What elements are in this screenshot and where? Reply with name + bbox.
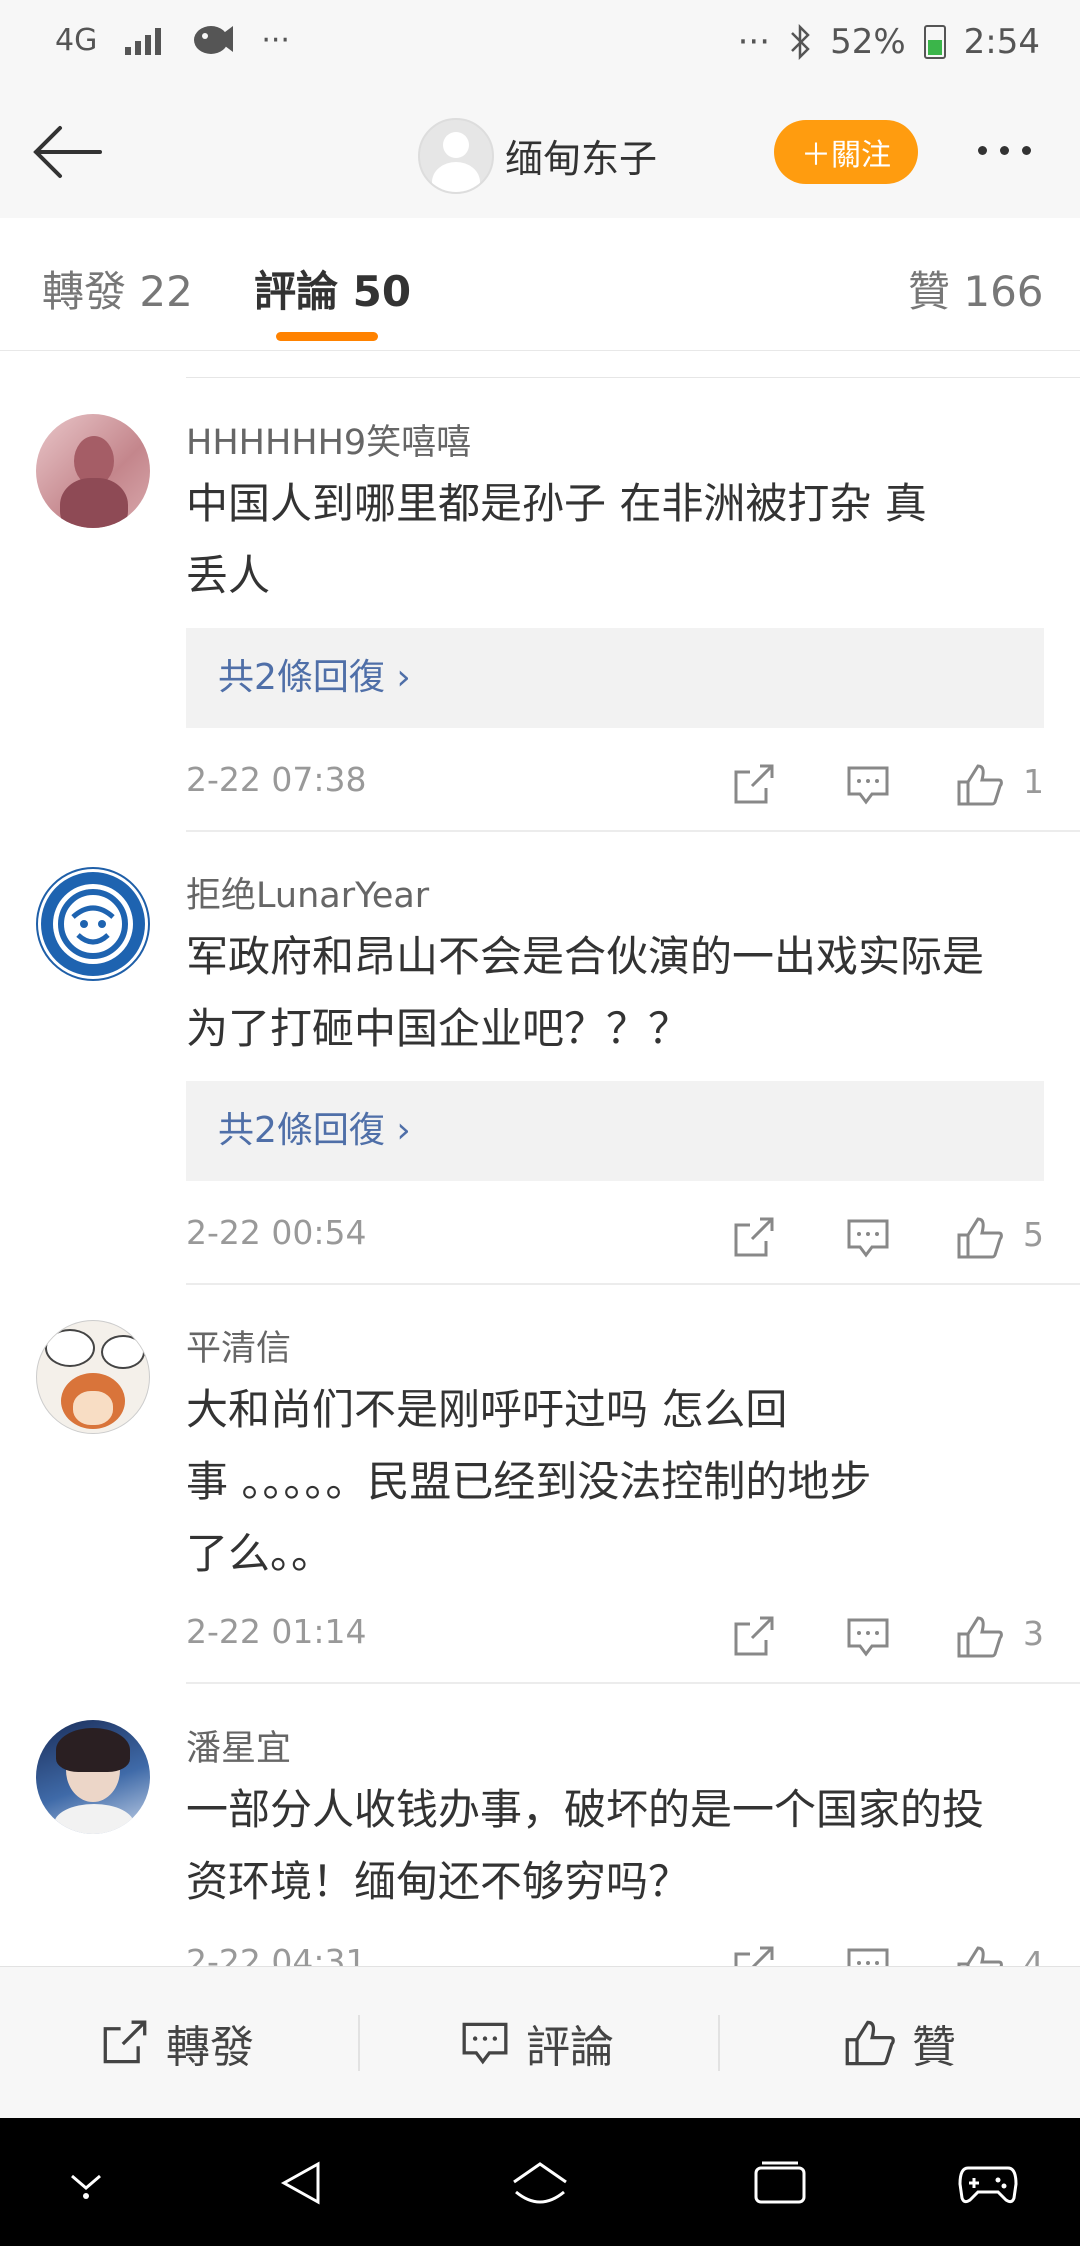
status-bar: 4G ··· ··· 52% 2:54 [0,0,1080,90]
comment-list[interactable]: HHHHHH9笑嘻嘻 中国人到哪里都是孙子 在非洲被打杂 真 丢人 共2條回復 … [0,350,1080,1966]
commenter-avatar[interactable] [36,414,150,528]
comment-icon[interactable] [846,1217,890,1259]
back-triangle-icon[interactable] [276,2158,326,2208]
comment-time: 2-22 07:38 [186,760,367,799]
tab-bar: 轉發 22 評論 50 贊 166 [0,218,1080,351]
comment-time: 2-22 01:14 [186,1612,367,1651]
bottom-action-bar: 轉發 評論 贊 [0,1966,1080,2119]
view-replies-button[interactable]: 共2條回復 › [186,628,1044,728]
comment-meta: 2-22 00:54 5 [186,1213,1044,1263]
tab-likes[interactable]: 贊 166 [908,258,1044,319]
comment-icon[interactable] [846,1946,890,1966]
share-icon[interactable] [732,1217,776,1259]
bluetooth-icon [791,24,810,60]
repost-button[interactable]: 轉發 [100,1967,254,2119]
chevron-right-icon: › [396,1110,411,1151]
user-avatar[interactable] [418,118,494,194]
back-arrow-icon[interactable] [28,120,108,184]
like-count: 4 [1023,1944,1044,1966]
user-name[interactable]: 缅甸东子 [505,128,657,183]
commenter-avatar[interactable] [36,1320,150,1434]
network-type: 4G [55,22,98,58]
like-icon[interactable] [956,764,1004,806]
recent-apps-icon[interactable] [752,2158,808,2208]
repost-label: 轉發 [166,2022,254,2073]
comment-button[interactable]: 評論 [460,1967,614,2119]
more-options-icon[interactable] [978,146,1031,155]
tab-comments[interactable]: 評論 50 [254,258,411,319]
follow-button[interactable]: ＋關注 [774,120,918,184]
system-nav-bar [0,2118,1080,2246]
comment-meta: 2-22 01:14 3 [186,1612,1044,1662]
nav-bar: 缅甸东子 ＋關注 [0,90,1080,219]
comment-icon[interactable] [846,1616,890,1658]
share-icon [103,2020,147,2064]
comment-text: 一部分人收钱办事，破坏的是一个国家的投 资环境！缅甸还不够穷吗？ [186,1785,985,1906]
home-icon[interactable] [510,2158,570,2208]
game-controller-icon[interactable] [958,2158,1018,2208]
active-tab-indicator [276,332,378,341]
commenter-name[interactable]: 潘星宜 [186,1720,291,1771]
chevron-down-icon[interactable] [66,2170,106,2200]
commenter-name[interactable]: 平清信 [186,1320,291,1371]
commenter-avatar[interactable] [36,867,150,981]
commenter-name[interactable]: 拒绝LunarYear [186,867,429,918]
like-count: 1 [1023,762,1044,801]
battery-icon [923,25,946,59]
share-icon[interactable] [732,764,776,806]
comment-label: 評論 [526,2022,614,2073]
chevron-right-icon: › [396,657,411,698]
fish-notification-icon [194,26,234,54]
view-replies-button[interactable]: 共2條回復 › [186,1081,1044,1181]
like-icon [845,2020,895,2066]
share-icon[interactable] [732,1616,776,1658]
comment-time: 2-22 00:54 [186,1213,367,1252]
comment-text: 大和尚们不是刚呼吁过吗 怎么回 事 。。。。。民盟已经到没法控制的地步 了么。。 [186,1385,872,1578]
battery-percent: 52% [830,22,906,62]
comment-text: 军政府和昂山不会是合伙演的一出戏实际是 为了打砸中国企业吧？？？ [186,932,985,1053]
clock: 2:54 [963,22,1040,62]
share-icon[interactable] [732,1946,776,1966]
more-notifications: ··· [261,22,290,58]
comment-time: 2-22 04:31 [186,1942,367,1966]
like-count: 5 [1023,1215,1044,1254]
like-icon[interactable] [956,1946,1004,1966]
comment-meta: 2-22 04:31 4 [186,1942,1044,1966]
comment-text: 中国人到哪里都是孙子 在非洲被打杂 真 丢人 [186,479,927,600]
comment-meta: 2-22 07:38 1 [186,760,1044,810]
signal-icon [125,25,162,55]
like-label: 贊 [912,2022,956,2073]
tab-reposts[interactable]: 轉發 22 [42,258,193,319]
comment-icon [462,2022,508,2065]
like-icon[interactable] [956,1616,1004,1658]
commenter-name[interactable]: HHHHHH9笑嘻嘻 [186,414,471,465]
status-dots: ··· [737,22,771,62]
like-count: 3 [1023,1614,1044,1653]
commenter-avatar[interactable] [36,1720,150,1834]
comment-icon[interactable] [846,764,890,806]
like-button[interactable]: 贊 [844,1967,956,2119]
like-icon[interactable] [956,1217,1004,1259]
